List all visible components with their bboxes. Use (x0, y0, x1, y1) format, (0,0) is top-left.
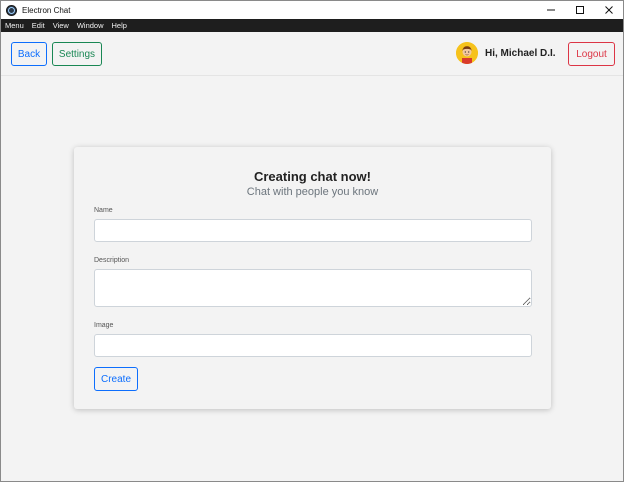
title-bar[interactable]: Electron Chat (1, 1, 623, 19)
window-controls (536, 1, 623, 19)
close-icon (604, 6, 613, 14)
logout-button[interactable]: Logout (568, 42, 615, 66)
description-textarea[interactable] (94, 269, 532, 307)
image-label: Image (94, 322, 114, 329)
electron-app-icon (6, 4, 17, 16)
menu-item-menu[interactable]: Menu (1, 19, 28, 32)
menu-item-view[interactable]: View (49, 19, 73, 32)
back-button[interactable]: Back (11, 42, 47, 66)
create-chat-card: Creating chat now! Chat with people you … (74, 147, 551, 409)
window-title: Electron Chat (22, 5, 71, 15)
menu-item-window[interactable]: Window (73, 19, 108, 32)
app-window: Electron Chat Menu Edit View Window Help… (0, 0, 624, 482)
page-title: Creating chat now! (253, 169, 371, 184)
create-button[interactable]: Create (94, 367, 138, 391)
menu-item-help[interactable]: Help (108, 19, 131, 32)
menu-item-edit[interactable]: Edit (28, 19, 49, 32)
name-input[interactable] (94, 219, 532, 242)
settings-button[interactable]: Settings (52, 42, 102, 66)
minimize-button[interactable] (536, 1, 565, 19)
maximize-icon (575, 6, 584, 14)
menu-bar: Menu Edit View Window Help (1, 19, 623, 32)
cartoon-avatar-icon (456, 42, 478, 64)
name-label: Name (94, 207, 113, 214)
avatar (456, 42, 478, 64)
image-input[interactable] (94, 334, 532, 357)
maximize-button[interactable] (565, 1, 594, 19)
close-button[interactable] (594, 1, 623, 19)
page-subtitle: Chat with people you know (246, 186, 379, 198)
greeting-text: Hi, Michael D.I. (485, 48, 556, 59)
app-header: Back Settings Hi, Michael D.I. Logout (1, 32, 623, 76)
minimize-icon (546, 9, 555, 11)
description-label: Description (94, 257, 130, 264)
